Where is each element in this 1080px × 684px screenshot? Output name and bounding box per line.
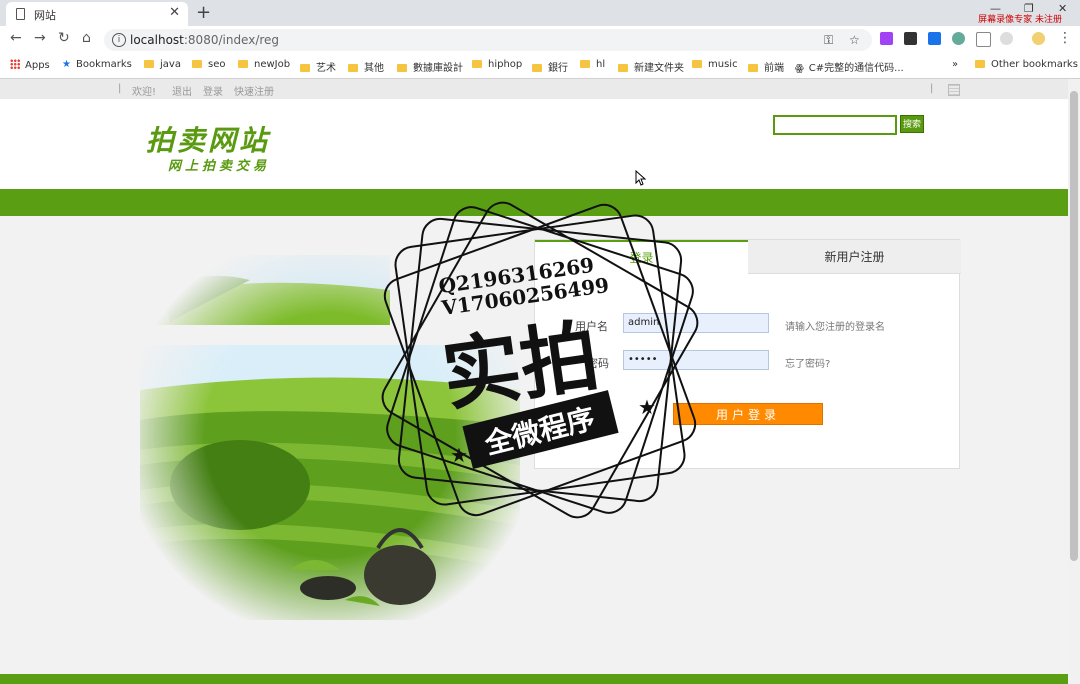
- reload-icon[interactable]: ↻: [58, 30, 70, 46]
- bookmark-folder[interactable]: newJob: [238, 59, 290, 70]
- bookmark-folder[interactable]: hiphop: [472, 59, 522, 70]
- username-hint: 请输入您注册的登录名: [785, 322, 885, 333]
- site-logo[interactable]: 拍卖网站: [146, 119, 270, 159]
- bookmark-folder[interactable]: 銀行: [532, 59, 568, 74]
- welcome-text: 欢迎!: [132, 87, 157, 98]
- home-icon[interactable]: ⌂: [82, 30, 91, 46]
- back-icon[interactable]: ←: [10, 30, 22, 46]
- bookmark-bookmarks[interactable]: ★ Bookmarks: [62, 59, 132, 70]
- search-input[interactable]: [773, 115, 897, 135]
- key-icon[interactable]: ⚿: [824, 33, 833, 48]
- close-tab-icon[interactable]: ✕: [169, 5, 180, 20]
- extension-icon[interactable]: [976, 32, 991, 47]
- bookmark-folder[interactable]: 數據庫設計: [397, 59, 463, 74]
- footer-bar: [0, 674, 1068, 684]
- scrollbar-thumb[interactable]: [1070, 91, 1078, 561]
- site-header: 拍卖网站 网上拍卖交易 搜索: [0, 99, 1068, 189]
- folder-icon: [975, 60, 985, 68]
- forward-icon[interactable]: →: [34, 30, 46, 46]
- teapot: [364, 545, 436, 605]
- star-icon: ★: [638, 395, 656, 419]
- link-icon: ꙮ: [795, 63, 804, 74]
- folder-icon: [144, 60, 154, 68]
- folder-icon: [748, 64, 758, 72]
- folder-icon: [192, 60, 202, 68]
- tab-strip: 网站 ✕ + — ❐ ✕ 屏幕录像专家 未注册: [0, 0, 1080, 26]
- extension-icon[interactable]: [952, 32, 965, 45]
- url-text: localhost:8080/index/reg: [130, 33, 280, 47]
- folder-icon: [238, 60, 248, 68]
- bookmark-star-icon[interactable]: ☆: [849, 33, 860, 47]
- browser-tab[interactable]: 网站 ✕: [6, 2, 188, 26]
- bookmark-folder[interactable]: seo: [192, 59, 225, 70]
- folder-icon: [692, 60, 702, 68]
- bookmark-apps[interactable]: Apps: [10, 59, 50, 71]
- bookmark-other[interactable]: Other bookmarks: [975, 59, 1078, 70]
- apps-icon: [10, 59, 20, 69]
- bookmark-folder[interactable]: hl: [580, 59, 605, 70]
- site-topbar: | 欢迎! 退出 登录 快速注册 |: [0, 79, 1068, 99]
- recorder-watermark: 屏幕录像专家 未注册: [978, 15, 1062, 25]
- browser-chrome: 网站 ✕ + — ❐ ✕ 屏幕录像专家 未注册 ← → ↻ ⌂ i localh…: [0, 0, 1080, 80]
- bookmark-folder[interactable]: music: [692, 59, 738, 70]
- tab-title: 网站: [34, 9, 56, 22]
- folder-icon: [580, 60, 590, 68]
- star-icon: ★: [450, 443, 468, 467]
- page-scrollbar[interactable]: [1068, 79, 1080, 684]
- logout-link[interactable]: 退出: [172, 83, 192, 98]
- bookmarks-bar: Apps ★ Bookmarks java seo newJob 艺术 其他 數據…: [0, 54, 1080, 79]
- folder-icon: [348, 64, 358, 72]
- divider: |: [118, 83, 122, 94]
- info-icon[interactable]: i: [112, 33, 126, 47]
- bookmark-folder[interactable]: 其他: [348, 59, 384, 74]
- page-icon: [16, 8, 25, 20]
- menu-icon[interactable]: ⋮: [1058, 30, 1072, 46]
- extension-icon[interactable]: [904, 32, 917, 45]
- tab-register[interactable]: 新用户注册: [748, 240, 961, 274]
- bookmark-folder[interactable]: java: [144, 59, 181, 70]
- star-icon: ★: [62, 59, 71, 70]
- bookmarks-overflow[interactable]: »: [952, 59, 958, 70]
- folder-icon: [397, 64, 407, 72]
- browser-toolbar: ← → ↻ ⌂ i localhost:8080/index/reg ⚿ ☆ ⋮: [0, 26, 1080, 54]
- new-tab-icon[interactable]: +: [196, 2, 211, 23]
- qr-icon[interactable]: [948, 84, 960, 96]
- avatar[interactable]: [1032, 32, 1045, 45]
- divider: |: [930, 83, 934, 94]
- bookmark-folder[interactable]: 前端: [748, 59, 784, 74]
- address-bar[interactable]: i localhost:8080/index/reg ⚿ ☆: [104, 29, 872, 51]
- folder-icon: [618, 64, 628, 72]
- bookmark-folder[interactable]: 新建文件夹: [618, 59, 684, 74]
- search-button[interactable]: 搜索: [900, 115, 924, 133]
- extension-icon[interactable]: [880, 32, 893, 45]
- bookmark-folder[interactable]: 艺术: [300, 59, 336, 74]
- forgot-password-link[interactable]: 忘了密码?: [785, 355, 830, 370]
- folder-icon: [300, 64, 310, 72]
- watermark-stamp: Q2196316269 V17060256499 实拍 全微程序 ★ ★: [381, 201, 699, 519]
- quick-register-link[interactable]: 快速注册: [234, 83, 274, 98]
- folder-icon: [472, 60, 482, 68]
- extension-icon[interactable]: [928, 32, 941, 45]
- mouse-cursor-icon: [635, 170, 647, 186]
- site-slogan: 网上拍卖交易: [168, 159, 271, 174]
- folder-icon: [532, 64, 542, 72]
- extension-icon[interactable]: [1000, 32, 1013, 45]
- bookmark-link[interactable]: ꙮ C#完整的通信代码...: [795, 59, 904, 74]
- login-link[interactable]: 登录: [203, 83, 223, 98]
